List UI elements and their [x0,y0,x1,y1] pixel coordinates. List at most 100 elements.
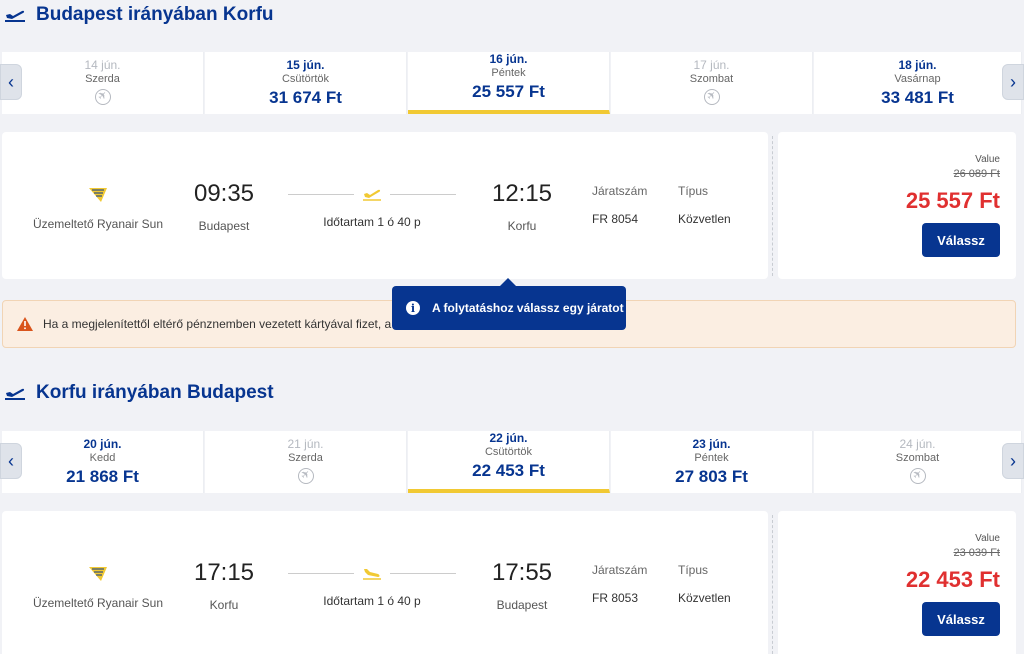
next-dates-button[interactable]: › [1002,64,1024,100]
tooltip-text: A folytatáshoz válassz egy járatot [432,301,624,315]
date-label: 21 jún. [287,437,324,451]
arrival-city: Budapest [496,598,548,612]
chevron-left-icon: ‹ [8,71,14,92]
old-price: 23 039 Ft [953,547,1000,559]
select-flight-tooltip: i A folytatáshoz válassz egy járatot [392,278,626,330]
outbound-flight-card[interactable]: Üzemeltető Ryanair Sun 09:35 Budapest Id… [2,132,768,279]
plane-takeoff-icon [363,189,381,201]
weekday-label: Szerda [85,73,120,85]
date-label: 20 jún. [83,437,122,451]
date-label: 16 jún. [489,52,528,66]
chevron-right-icon: › [1010,450,1016,471]
no-flight-icon [909,468,926,484]
no-flight-icon [297,468,314,484]
ryanair-harp-icon [89,188,107,202]
card-separator [772,136,773,276]
chevron-right-icon: › [1010,71,1016,92]
outbound-title: Budapest irányában Korfu [36,4,274,25]
operator-info: Üzemeltető Ryanair Sun [28,563,168,610]
ryanair-harp-icon [89,567,107,581]
inbound-flight-card[interactable]: Üzemeltető Ryanair Sun 17:15 Korfu Időta… [2,511,768,654]
arrival-time: 12:15 [491,180,553,207]
date-price: 21 868 Ft [66,467,139,486]
weekday-label: Péntek [694,452,729,464]
flight-type-label: Típus [678,563,709,577]
weekday-label: Szerda [288,452,323,464]
date-cell-21-jun[interactable]: 21 jún. Szerda [205,431,407,493]
no-flight-icon [703,89,720,105]
route-line [390,573,456,574]
operator-info: Üzemeltető Ryanair Sun [28,184,168,231]
flight-type: Közvetlen [678,591,731,605]
weekday-label: Szombat [895,452,940,464]
outbound-section-title: Budapest irányában Korfu [4,4,274,26]
date-cell-17-jun[interactable]: 17 jún. Szombat [611,52,813,114]
route-line [390,194,456,195]
inbound-date-bar: ‹ 20 jún. Kedd 21 868 Ft 21 jún. Szerda … [0,431,1024,493]
date-price: 22 453 Ft [472,461,545,480]
date-cell-22-jun-selected[interactable]: 22 jún. Csütörtök 22 453 Ft [408,431,610,493]
flight-type-label: Típus [678,184,709,198]
departure-time: 17:15 [193,559,255,586]
weekday-label: Csütörtök [484,446,533,458]
arrival-city: Korfu [507,219,537,233]
date-label: 17 jún. [693,58,730,72]
date-label: 22 jún. [489,431,528,445]
date-label: 23 jún. [692,437,731,451]
route-line [288,194,354,195]
inbound-price-card: Value 23 039 Ft 22 453 Ft Válassz [778,511,1016,654]
date-price: 27 803 Ft [675,467,748,486]
date-cell-23-jun[interactable]: 23 jún. Péntek 27 803 Ft [611,431,813,493]
outbound-price-card: Value 26 089 Ft 25 557 Ft Válassz [778,132,1016,279]
no-flight-icon [94,89,111,105]
date-price: 31 674 Ft [269,88,342,107]
flight-type: Közvetlen [678,212,731,226]
date-label: 18 jún. [898,58,937,72]
departure-time: 09:35 [193,180,255,207]
date-price: 33 481 Ft [881,88,954,107]
current-price: 22 453 Ft [905,567,1000,592]
date-cell-20-jun[interactable]: 20 jún. Kedd 21 868 Ft [2,431,204,493]
next-dates-button[interactable]: › [1002,443,1024,479]
prev-dates-button[interactable]: ‹ [0,443,22,479]
plane-landing-icon [363,569,381,580]
flight-number-label: Járatszám [592,563,648,577]
date-cell-15-jun[interactable]: 15 jún. Csütörtök 31 674 Ft [205,52,407,114]
chevron-left-icon: ‹ [8,450,14,471]
plane-takeoff-icon [5,388,25,400]
warning-message: Ha a megjelenítettől eltérő pénznemben v… [43,317,392,331]
warning-icon [17,317,33,331]
card-separator [772,515,773,654]
date-cell-16-jun-selected[interactable]: 16 jún. Péntek 25 557 Ft [408,52,610,114]
weekday-label: Vasárnap [894,73,941,85]
departure-city: Korfu [209,598,239,612]
select-outbound-button[interactable]: Válassz [922,223,1000,257]
flight-number: FR 8054 [592,212,639,226]
date-cell-14-jun[interactable]: 14 jún. Szerda [2,52,204,114]
weekday-label: Szombat [689,73,734,85]
old-price: 26 089 Ft [953,168,1000,180]
plane-takeoff-icon [5,10,25,22]
select-inbound-button[interactable]: Válassz [922,602,1000,636]
prev-dates-button[interactable]: ‹ [0,64,22,100]
info-icon: i [406,301,420,315]
flight-number-label: Járatszám [592,184,648,198]
fare-type-label: Value [975,533,1000,544]
outbound-date-bar: ‹ 14 jún. Szerda 15 jún. Csütörtök 31 67… [0,52,1024,114]
operator-name: Üzemeltető Ryanair Sun [32,596,164,610]
flight-duration: Időtartam 1 ó 40 p [323,594,421,608]
date-label: 24 jún. [899,437,936,451]
route-line [288,573,354,574]
inbound-section-title: Korfu irányában Budapest [4,382,274,404]
weekday-label: Péntek [491,67,526,79]
date-label: 14 jún. [84,58,121,72]
date-cell-18-jun[interactable]: 18 jún. Vasárnap 33 481 Ft [814,52,1022,114]
fare-type-label: Value [975,154,1000,165]
weekday-label: Csütörtök [281,73,330,85]
weekday-label: Kedd [89,452,116,464]
date-label: 15 jún. [286,58,325,72]
arrival-time: 17:55 [491,559,553,586]
date-cell-24-jun[interactable]: 24 jún. Szombat [814,431,1022,493]
flight-number: FR 8053 [592,591,639,605]
flight-duration: Időtartam 1 ó 40 p [323,215,421,229]
